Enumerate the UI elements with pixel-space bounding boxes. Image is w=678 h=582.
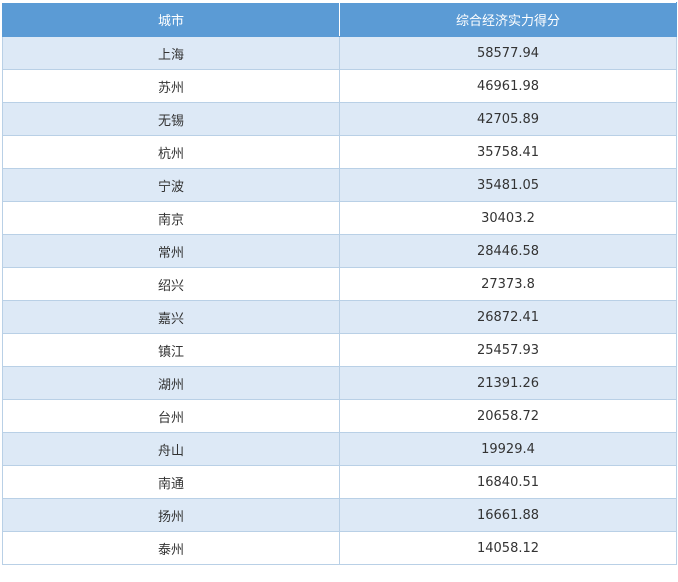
cell-score: 35481.05 xyxy=(339,168,677,202)
table-row: 泰州 14058.12 xyxy=(2,531,677,565)
table-body: 上海 58577.94 苏州 46961.98 无锡 42705.89 杭州 35758.41… xyxy=(2,36,677,565)
cell-score: 58577.94 xyxy=(339,36,677,70)
table-row: 常州 28446.58 xyxy=(2,234,677,268)
cell-city: 南京 xyxy=(2,201,340,235)
cell-city: 湖州 xyxy=(2,366,340,400)
cell-city: 杭州 xyxy=(2,135,340,169)
table-row: 扬州 16661.88 xyxy=(2,498,677,532)
cell-score: 46961.98 xyxy=(339,69,677,103)
table-row: 杭州 35758.41 xyxy=(2,135,677,169)
table-row: 台州 20658.72 xyxy=(2,399,677,433)
score-table-container: 城市 综合经济实力得分 上海 58577.94 苏州 46961.98 无锡 42705.… xyxy=(2,2,677,565)
cell-city: 无锡 xyxy=(2,102,340,136)
cell-city: 镇江 xyxy=(2,333,340,367)
cell-city: 扬州 xyxy=(2,498,340,532)
table-row: 南通 16840.51 xyxy=(2,465,677,499)
table-row: 湖州 21391.26 xyxy=(2,366,677,400)
cell-score: 19929.4 xyxy=(339,432,677,466)
cell-city: 台州 xyxy=(2,399,340,433)
table-row: 镇江 25457.93 xyxy=(2,333,677,367)
header-row: 城市 综合经济实力得分 xyxy=(2,2,677,37)
cell-city: 泰州 xyxy=(2,531,340,565)
cell-score: 30403.2 xyxy=(339,201,677,235)
table-row: 嘉兴 26872.41 xyxy=(2,300,677,334)
table-row: 南京 30403.2 xyxy=(2,201,677,235)
table-row: 苏州 46961.98 xyxy=(2,69,677,103)
cell-city: 宁波 xyxy=(2,168,340,202)
cell-score: 14058.12 xyxy=(339,531,677,565)
cell-city: 常州 xyxy=(2,234,340,268)
cell-score: 21391.26 xyxy=(339,366,677,400)
cell-score: 20658.72 xyxy=(339,399,677,433)
cell-score: 16840.51 xyxy=(339,465,677,499)
cell-city: 苏州 xyxy=(2,69,340,103)
cell-score: 27373.8 xyxy=(339,267,677,301)
cell-score: 25457.93 xyxy=(339,333,677,367)
cell-score: 42705.89 xyxy=(339,102,677,136)
cell-score: 35758.41 xyxy=(339,135,677,169)
table-row: 宁波 35481.05 xyxy=(2,168,677,202)
table-row: 上海 58577.94 xyxy=(2,36,677,70)
column-header-city: 城市 xyxy=(2,2,340,37)
cell-city: 绍兴 xyxy=(2,267,340,301)
table-row: 无锡 42705.89 xyxy=(2,102,677,136)
column-header-score: 综合经济实力得分 xyxy=(339,2,677,37)
cell-city: 上海 xyxy=(2,36,340,70)
cell-city: 舟山 xyxy=(2,432,340,466)
table-row: 舟山 19929.4 xyxy=(2,432,677,466)
cell-score: 16661.88 xyxy=(339,498,677,532)
cell-score: 28446.58 xyxy=(339,234,677,268)
city-score-table: 城市 综合经济实力得分 上海 58577.94 苏州 46961.98 无锡 42705.… xyxy=(2,2,677,565)
cell-score: 26872.41 xyxy=(339,300,677,334)
cell-city: 南通 xyxy=(2,465,340,499)
table-header: 城市 综合经济实力得分 xyxy=(2,2,677,37)
cell-city: 嘉兴 xyxy=(2,300,340,334)
table-row: 绍兴 27373.8 xyxy=(2,267,677,301)
